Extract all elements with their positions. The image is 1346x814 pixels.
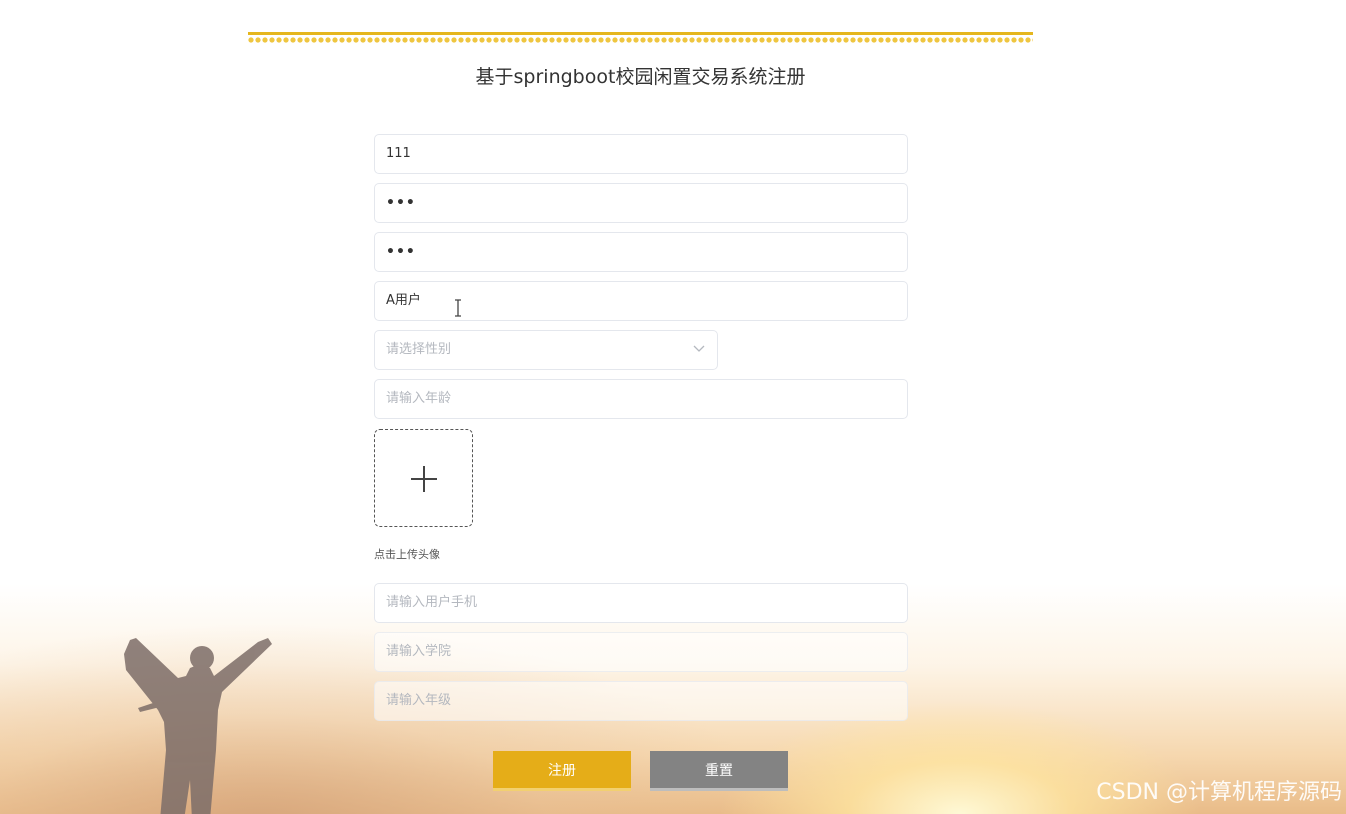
age-field[interactable]: 请输入年龄 [374, 379, 908, 419]
plus-icon [411, 466, 437, 492]
username-field[interactable]: 111 [374, 134, 908, 174]
avatar-upload-box[interactable] [374, 429, 473, 527]
chevron-down-icon [693, 345, 705, 352]
watermark-text: CSDN @计算机程序源码 [1096, 780, 1342, 805]
password-field[interactable]: ••• [374, 183, 908, 223]
register-button[interactable]: 注册 [493, 751, 631, 791]
reset-button[interactable]: 重置 [650, 751, 788, 791]
gender-select[interactable]: 请选择性别 [374, 330, 718, 370]
decorative-fringe-border [248, 32, 1033, 43]
avatar-upload-label: 点击上传头像 [374, 548, 440, 561]
confirm-password-field[interactable]: ••• [374, 232, 908, 272]
gender-select-placeholder: 请选择性别 [386, 342, 452, 357]
person-silhouette-image [124, 638, 272, 814]
grade-field[interactable]: 请输入年级 [374, 681, 908, 721]
college-field[interactable]: 请输入学院 [374, 632, 908, 672]
phone-field[interactable]: 请输入用户手机 [374, 583, 908, 623]
text-cursor-icon [455, 299, 461, 317]
page-title: 基于springboot校园闲置交易系统注册 [475, 66, 806, 88]
